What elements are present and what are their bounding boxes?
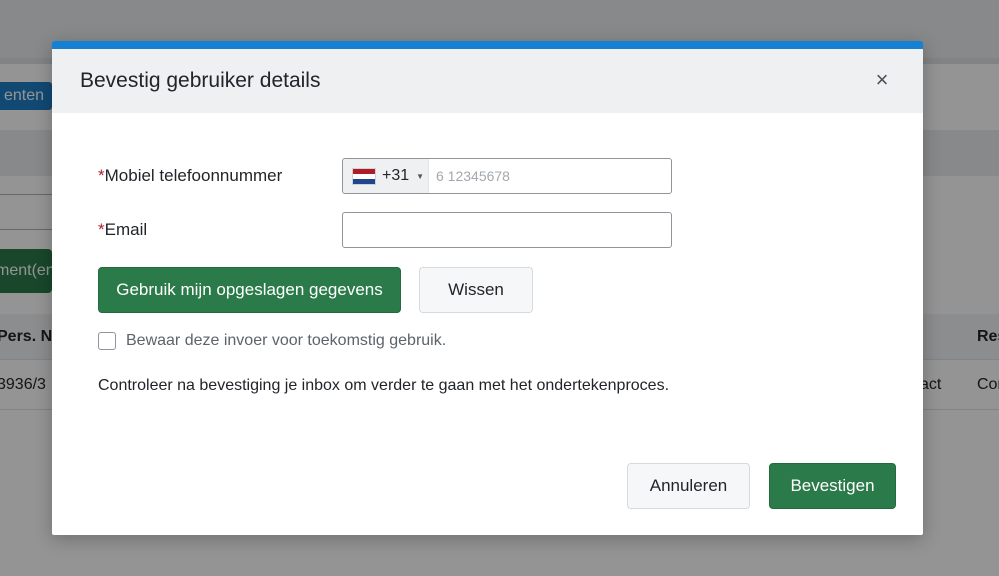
- phone-field: +31 ▼: [342, 158, 672, 194]
- close-icon[interactable]: ×: [871, 67, 893, 92]
- remember-checkbox-label[interactable]: Bewaar deze invoer voor toekomstig gebru…: [126, 332, 446, 350]
- country-code-select[interactable]: +31 ▼: [343, 159, 429, 193]
- required-marker: *: [98, 220, 105, 239]
- confirm-button[interactable]: Bevestigen: [769, 463, 896, 509]
- remember-input-row: Bewaar deze invoer voor toekomstig gebru…: [98, 331, 446, 351]
- email-row: *Email: [98, 212, 342, 248]
- caret-down-icon: ▼: [416, 171, 425, 181]
- cancel-button[interactable]: Annuleren: [627, 463, 750, 509]
- email-input[interactable]: [342, 212, 672, 248]
- email-label: *Email: [98, 220, 342, 240]
- required-marker: *: [98, 166, 105, 185]
- phone-row: *Mobiel telefoonnummer: [98, 158, 342, 194]
- use-saved-details-button[interactable]: Gebruik mijn opgeslagen gegevens: [98, 267, 401, 313]
- phone-input[interactable]: [429, 159, 671, 193]
- dialog-header: Bevestig gebruiker details ×: [52, 49, 923, 113]
- dialog-title: Bevestig gebruiker details: [80, 69, 321, 92]
- email-label-text: Email: [104, 220, 148, 239]
- netherlands-flag-icon: [352, 167, 376, 185]
- clear-button[interactable]: Wissen: [419, 267, 533, 313]
- dial-code: +31: [382, 167, 410, 184]
- confirm-user-details-dialog: Bevestig gebruiker details × *Mobiel tel…: [52, 41, 923, 535]
- dialog-accent-bar: [52, 41, 923, 49]
- phone-label: *Mobiel telefoonnummer: [98, 166, 342, 186]
- remember-checkbox[interactable]: [98, 332, 116, 350]
- info-text: Controleer na bevestiging je inbox om ve…: [98, 377, 670, 394]
- phone-label-text: Mobiel telefoonnummer: [104, 166, 283, 185]
